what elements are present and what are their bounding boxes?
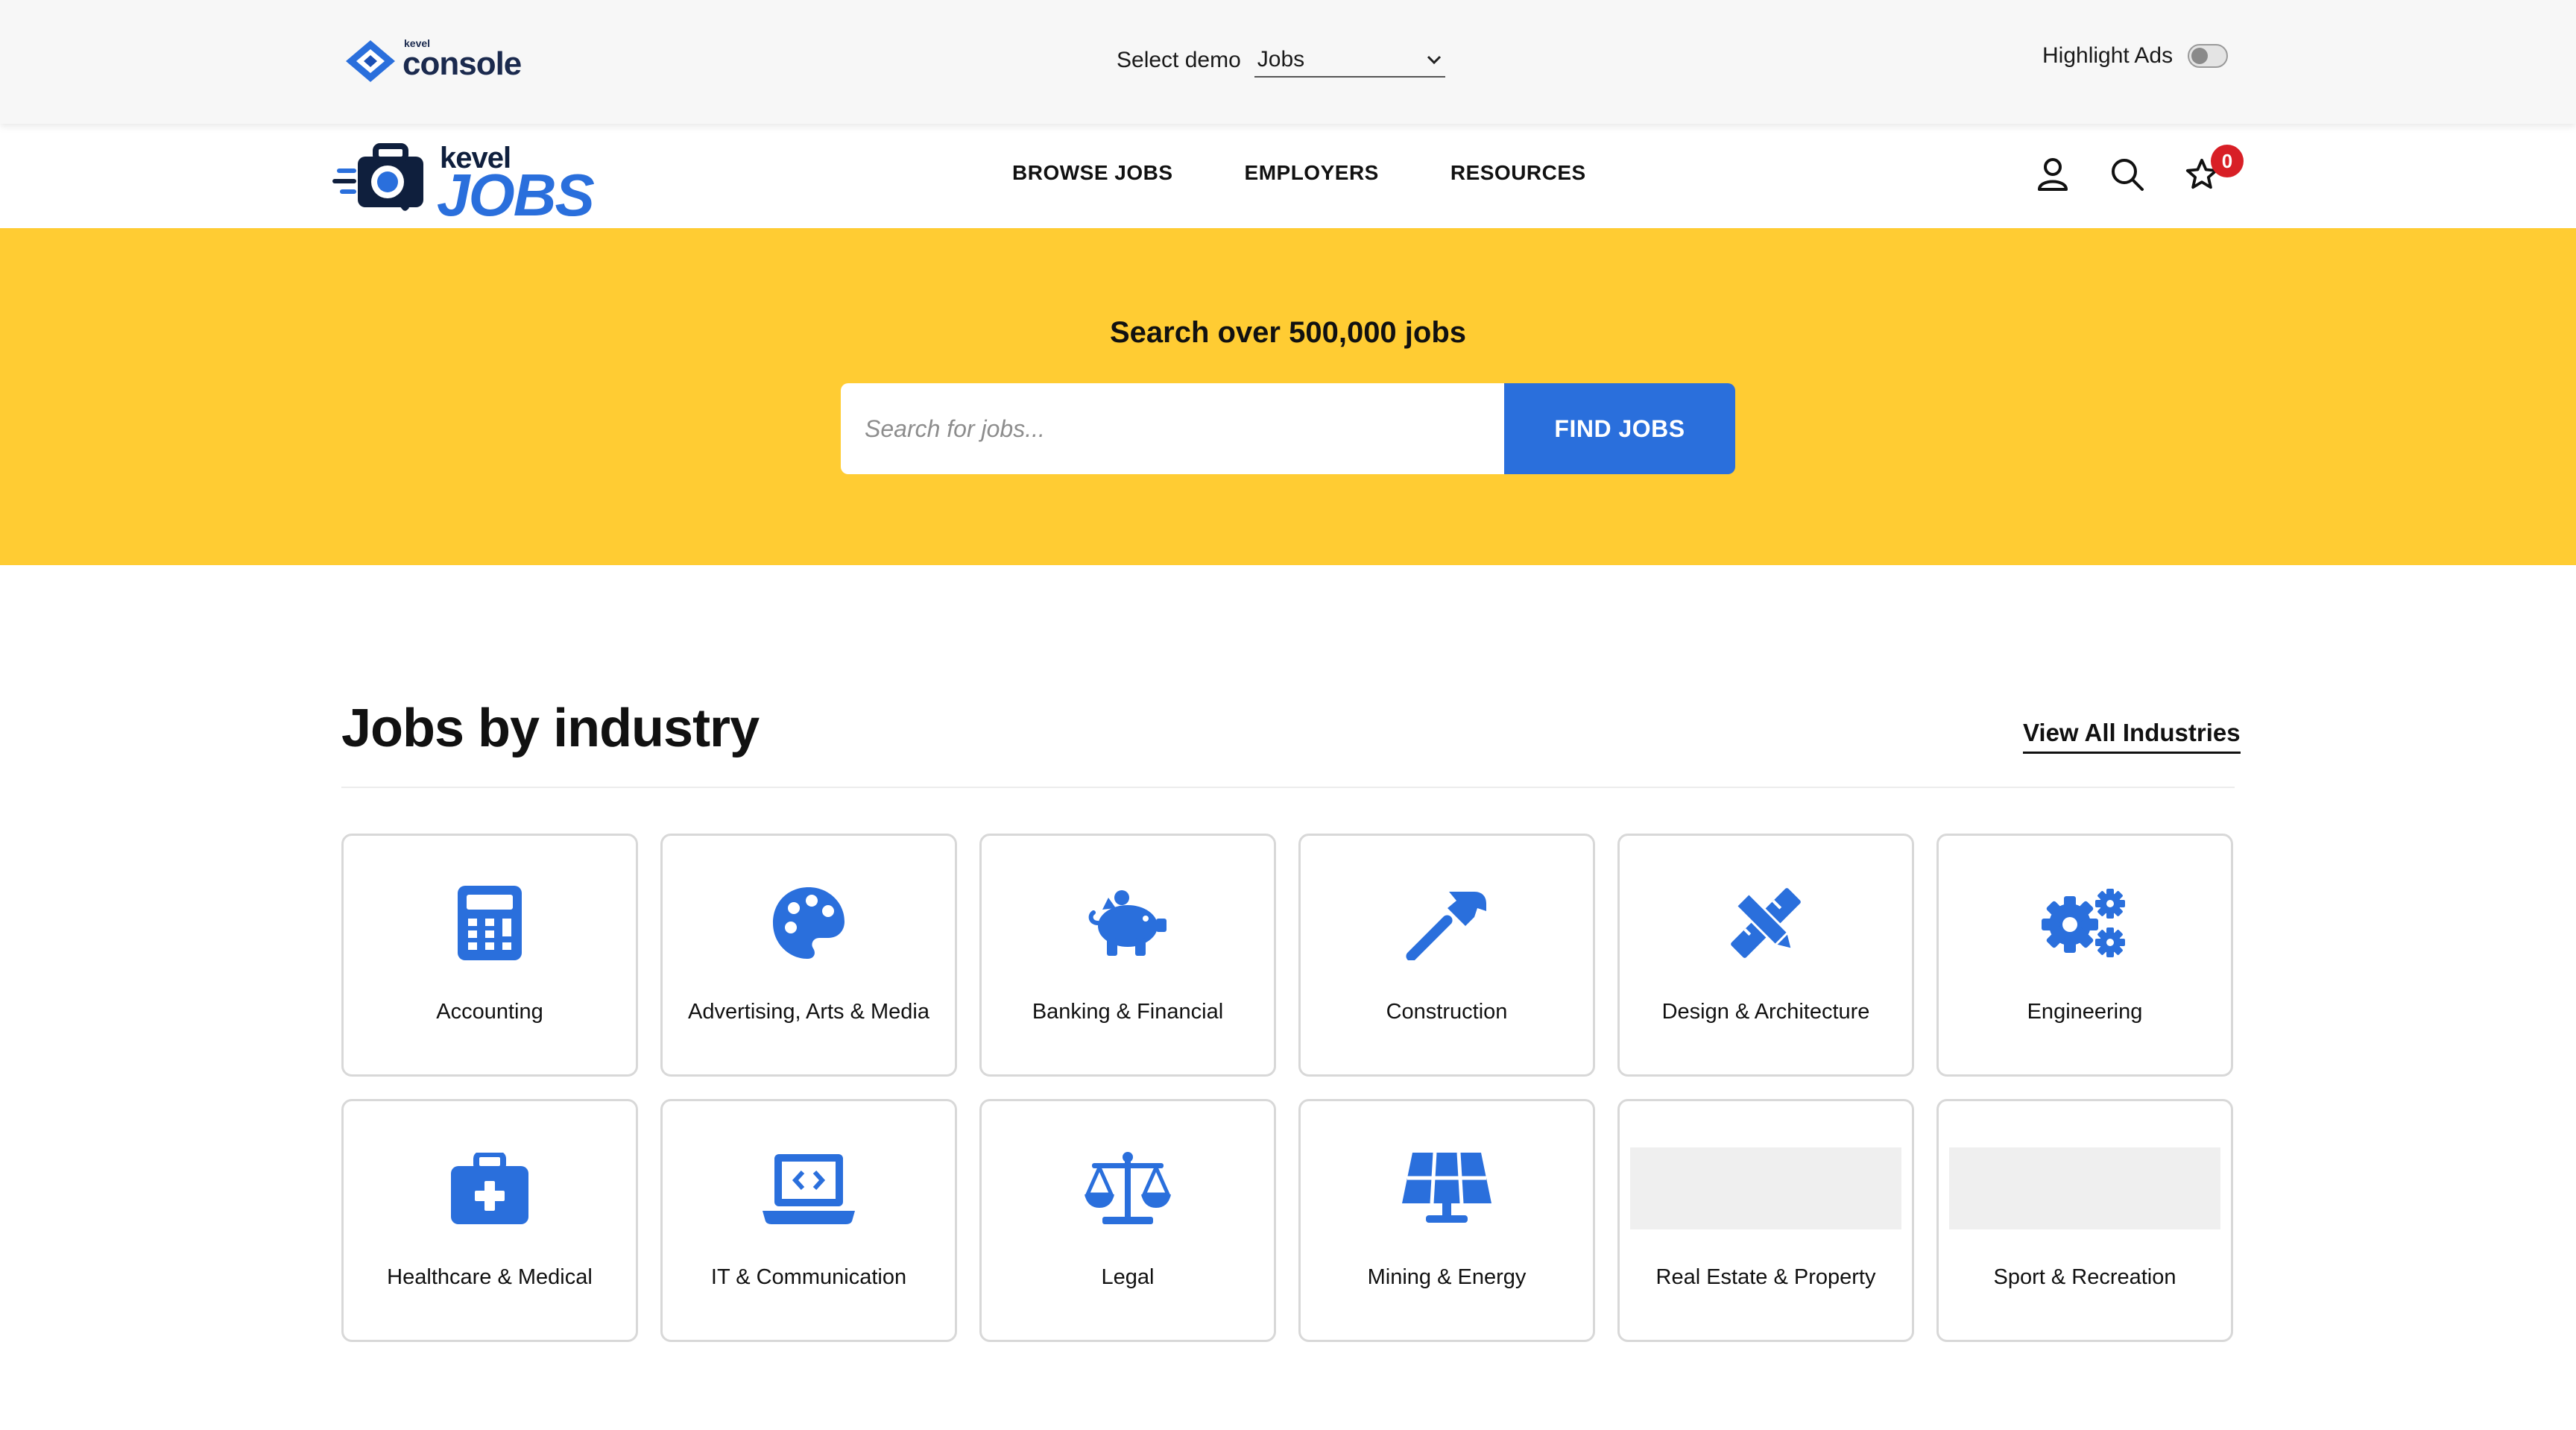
job-search-input[interactable]: [863, 414, 1482, 444]
industry-card-it[interactable]: IT & Communication: [660, 1099, 957, 1342]
console-logo-text: console: [402, 45, 522, 82]
search-icon: [2112, 159, 2144, 191]
site-header: kevel JOBS BROWSE JOBS EMPLOYERS RESOURC…: [0, 124, 2576, 228]
user-icon: [2038, 158, 2068, 191]
industry-label: Engineering: [2027, 1000, 2143, 1024]
industry-card-accounting[interactable]: Accounting: [341, 834, 638, 1077]
kevel-jobs-logo[interactable]: kevel JOBS: [332, 139, 608, 228]
industry-label: Advertising, Arts & Media: [688, 1000, 929, 1024]
image-placeholder: [1949, 1147, 2220, 1229]
industry-card-mining[interactable]: Mining & Energy: [1298, 1099, 1595, 1342]
industry-card-healthcare[interactable]: Healthcare & Medical: [341, 1099, 638, 1342]
calculator-icon: [458, 886, 522, 960]
industry-label: Legal: [1101, 1265, 1155, 1289]
industry-card-advertising[interactable]: Advertising, Arts & Media: [660, 834, 957, 1077]
industry-card-sport[interactable]: Sport & Recreation: [1936, 1099, 2233, 1342]
industry-card-design[interactable]: Design & Architecture: [1617, 834, 1914, 1077]
image-placeholder: [1630, 1147, 1901, 1229]
console-logo[interactable]: kevel console: [344, 37, 522, 85]
saved-count-badge: 0: [2211, 145, 2244, 177]
solar-panel-icon: [1402, 1152, 1491, 1223]
industry-card-construction[interactable]: Construction: [1298, 834, 1595, 1077]
demo-console-bar: kevel console Select demo Jobs Highlight…: [0, 0, 2576, 124]
demo-select[interactable]: Jobs: [1254, 43, 1445, 78]
briefcase-search-logo-icon: [332, 143, 423, 211]
industry-label: Sport & Recreation: [1993, 1265, 2176, 1289]
industry-label: Mining & Energy: [1367, 1265, 1527, 1289]
industry-label: Banking & Financial: [1032, 1000, 1224, 1024]
industry-card-real-estate[interactable]: Real Estate & Property: [1617, 1099, 1914, 1342]
highlight-ads-control: Highlight Ads: [2042, 43, 2229, 69]
demo-selector: Select demo Jobs: [1117, 43, 1445, 78]
scales-icon: [1085, 1152, 1171, 1224]
header-actions: 0: [2035, 145, 2244, 192]
chevron-down-icon: [1427, 55, 1441, 65]
industry-label: Accounting: [436, 1000, 543, 1024]
nav-browse-jobs[interactable]: BROWSE JOBS: [1012, 161, 1173, 185]
hero-search-section: Search over 500,000 jobs FIND JOBS: [0, 228, 2576, 565]
industry-grid: Accounting Advertising, Arts & Media Ban…: [341, 834, 2235, 1342]
console-logo-small-text: kevel: [404, 37, 431, 49]
industry-label: Healthcare & Medical: [387, 1265, 593, 1289]
search-button[interactable]: [2109, 157, 2145, 192]
industry-label: Construction: [1386, 1000, 1508, 1024]
console-logo-icon: [346, 40, 395, 82]
industry-label: Design & Architecture: [1661, 1000, 1870, 1024]
demo-select-value: Jobs: [1257, 47, 1305, 72]
industry-label: IT & Communication: [710, 1265, 907, 1289]
logo-jobs-text: JOBS: [437, 162, 595, 228]
gears-icon: [2042, 889, 2125, 957]
piggy-bank-icon: [1088, 890, 1167, 956]
palette-icon: [773, 887, 845, 959]
main-nav: BROWSE JOBS EMPLOYERS RESOURCES: [1012, 161, 1586, 185]
view-all-industries-link[interactable]: View All Industries: [2023, 719, 2241, 754]
industries-heading: Jobs by industry: [341, 699, 760, 758]
account-button[interactable]: [2035, 157, 2071, 192]
demo-select-label: Select demo: [1117, 48, 1241, 72]
industry-card-legal[interactable]: Legal: [979, 1099, 1276, 1342]
section-divider: [341, 787, 2235, 788]
industry-card-engineering[interactable]: Engineering: [1936, 834, 2233, 1077]
job-search-box: [841, 383, 1504, 474]
medical-kit-icon: [451, 1153, 528, 1224]
laptop-code-icon: [763, 1154, 855, 1224]
pencil-ruler-icon: [1731, 888, 1801, 958]
hero-title: Search over 500,000 jobs: [1109, 316, 1467, 349]
toggle-knob: [2191, 48, 2209, 64]
industry-card-banking[interactable]: Banking & Financial: [979, 834, 1276, 1077]
saved-jobs-button[interactable]: 0: [2184, 145, 2244, 192]
hammer-icon: [1406, 892, 1486, 960]
highlight-ads-toggle[interactable]: [2188, 44, 2229, 68]
highlight-ads-label: Highlight Ads: [2042, 43, 2174, 68]
nav-resources[interactable]: RESOURCES: [1450, 161, 1586, 185]
nav-employers[interactable]: EMPLOYERS: [1245, 161, 1379, 185]
find-jobs-button[interactable]: FIND JOBS: [1504, 383, 1735, 474]
industry-label: Real Estate & Property: [1655, 1265, 1876, 1289]
